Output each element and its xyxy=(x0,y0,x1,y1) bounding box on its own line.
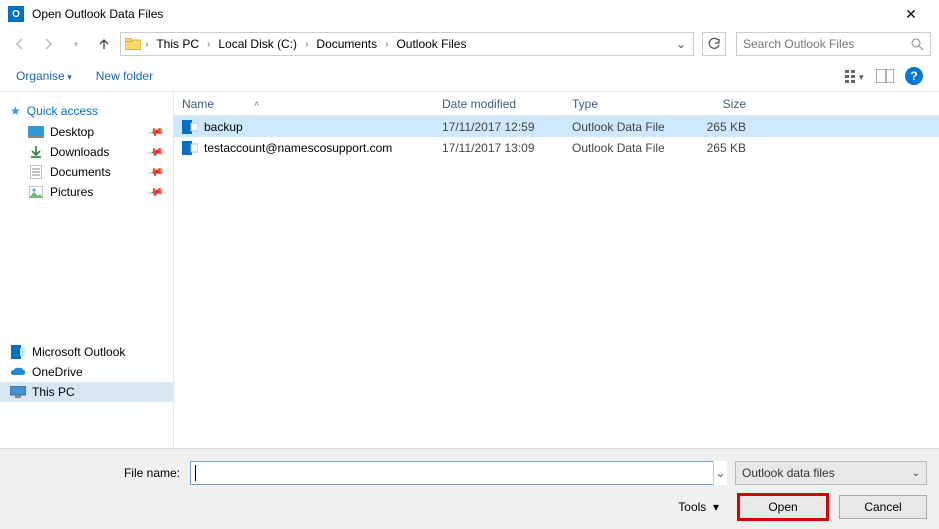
organise-button[interactable]: Organise xyxy=(16,69,72,83)
file-type: Outlook Data File xyxy=(564,141,684,155)
pin-icon: 📌 xyxy=(147,143,166,162)
file-type: Outlook Data File xyxy=(564,120,684,134)
open-label: Open xyxy=(768,500,797,514)
chevron-right-icon: › xyxy=(205,39,212,50)
documents-icon xyxy=(28,165,44,179)
preview-pane-button[interactable] xyxy=(875,67,895,85)
column-size[interactable]: Size xyxy=(684,97,754,111)
breadcrumb-item[interactable]: Outlook Files xyxy=(392,35,470,53)
column-date[interactable]: Date modified xyxy=(434,97,564,111)
file-size: 265 KB xyxy=(684,120,754,134)
file-date: 17/11/2017 12:59 xyxy=(434,120,564,134)
help-button[interactable]: ? xyxy=(905,67,923,85)
filename-label: File name: xyxy=(12,466,182,480)
forward-button[interactable] xyxy=(36,32,60,56)
toolbar: Organise New folder ▾ ? xyxy=(0,60,939,92)
breadcrumb-item[interactable]: Local Disk (C:) xyxy=(214,35,301,53)
view-options-button[interactable]: ▾ xyxy=(845,67,865,85)
pin-icon: 📌 xyxy=(147,183,166,202)
address-bar[interactable]: › This PC › Local Disk (C:) › Documents … xyxy=(120,32,694,56)
sidebar-item-label: OneDrive xyxy=(32,365,83,379)
sort-indicator-icon: ˄ xyxy=(254,99,259,109)
sidebar-item-label: Microsoft Outlook xyxy=(32,345,125,359)
star-icon: ★ xyxy=(10,104,21,118)
breadcrumb-item[interactable]: This PC xyxy=(152,35,203,53)
quick-access-header[interactable]: ★ Quick access xyxy=(0,100,173,122)
window-title: Open Outlook Data Files xyxy=(32,7,163,21)
sidebar-item-pictures[interactable]: Pictures 📌 xyxy=(0,182,173,202)
pin-icon: 📌 xyxy=(147,123,166,142)
sidebar-item-label: Documents xyxy=(50,165,111,179)
desktop-icon xyxy=(28,125,44,139)
chevron-right-icon: › xyxy=(143,39,150,50)
title-bar: Open Outlook Data Files ✕ xyxy=(0,0,939,28)
sidebar-item-outlook[interactable]: Microsoft Outlook xyxy=(0,342,173,362)
svg-text:▾: ▾ xyxy=(859,72,864,82)
chevron-right-icon: › xyxy=(383,39,390,50)
outlook-icon xyxy=(8,6,24,22)
filename-input[interactable] xyxy=(190,461,720,485)
sidebar-item-downloads[interactable]: Downloads 📌 xyxy=(0,142,173,162)
cancel-label: Cancel xyxy=(864,500,901,514)
column-headers: Name ˄ Date modified Type Size xyxy=(174,92,939,116)
close-button[interactable]: ✕ xyxy=(891,6,931,23)
folder-icon xyxy=(125,37,141,51)
pst-file-icon xyxy=(182,120,198,134)
cancel-button[interactable]: Cancel xyxy=(839,495,927,519)
sidebar-item-label: Desktop xyxy=(50,125,94,139)
address-dropdown[interactable]: ⌄ xyxy=(673,37,689,51)
search-placeholder: Search Outlook Files xyxy=(743,37,854,51)
main-area: ★ Quick access Desktop 📌 Downloads 📌 Doc… xyxy=(0,92,939,448)
pc-icon xyxy=(10,385,26,399)
file-size: 265 KB xyxy=(684,141,754,155)
sidebar-item-label: This PC xyxy=(32,385,75,399)
chevron-down-icon: ⌄ xyxy=(912,468,920,479)
search-input[interactable]: Search Outlook Files xyxy=(736,32,931,56)
filter-label: Outlook data files xyxy=(742,466,835,480)
file-type-filter[interactable]: Outlook data files ⌄ xyxy=(735,461,927,485)
file-name: testaccount@namescosupport.com xyxy=(204,141,392,155)
quick-access-label: Quick access xyxy=(27,104,98,118)
download-icon xyxy=(28,145,44,159)
open-button[interactable]: Open xyxy=(739,495,827,519)
back-button[interactable] xyxy=(8,32,32,56)
recent-dropdown[interactable]: ▾ xyxy=(64,32,88,56)
outlook-icon xyxy=(10,345,26,359)
sidebar-item-label: Pictures xyxy=(50,185,93,199)
column-type[interactable]: Type xyxy=(564,97,684,111)
file-name: backup xyxy=(204,120,243,134)
sidebar-item-thispc[interactable]: This PC xyxy=(0,382,173,402)
up-button[interactable] xyxy=(92,32,116,56)
file-row[interactable]: testaccount@namescosupport.com 17/11/2017… xyxy=(174,137,939,158)
file-row[interactable]: backup 17/11/2017 12:59Outlook Data File2… xyxy=(174,116,939,137)
sidebar-item-documents[interactable]: Documents 📌 xyxy=(0,162,173,182)
onedrive-icon xyxy=(10,365,26,379)
chevron-right-icon: › xyxy=(303,39,310,50)
tools-button[interactable]: Tools ▾ xyxy=(678,500,719,514)
refresh-button[interactable] xyxy=(702,32,726,56)
sidebar-item-desktop[interactable]: Desktop 📌 xyxy=(0,122,173,142)
search-icon xyxy=(911,38,924,51)
tools-label: Tools xyxy=(678,500,706,514)
file-list: Name ˄ Date modified Type Size backup 17/… xyxy=(174,92,939,448)
column-label: Name xyxy=(182,97,214,111)
file-date: 17/11/2017 13:09 xyxy=(434,141,564,155)
pin-icon: 📌 xyxy=(147,163,166,182)
breadcrumb-item[interactable]: Documents xyxy=(312,35,381,53)
pst-file-icon xyxy=(182,141,198,155)
bottom-panel: File name: ⌄ Outlook data files ⌄ Tools … xyxy=(0,448,939,529)
sidebar-item-label: Downloads xyxy=(50,145,109,159)
new-folder-button[interactable]: New folder xyxy=(96,69,153,83)
filename-history-dropdown[interactable]: ⌄ xyxy=(713,461,727,485)
nav-bar: ▾ › This PC › Local Disk (C:) › Document… xyxy=(0,28,939,60)
sidebar-item-onedrive[interactable]: OneDrive xyxy=(0,362,173,382)
pictures-icon xyxy=(28,185,44,199)
column-name[interactable]: Name ˄ xyxy=(174,97,434,111)
sidebar: ★ Quick access Desktop 📌 Downloads 📌 Doc… xyxy=(0,92,174,448)
